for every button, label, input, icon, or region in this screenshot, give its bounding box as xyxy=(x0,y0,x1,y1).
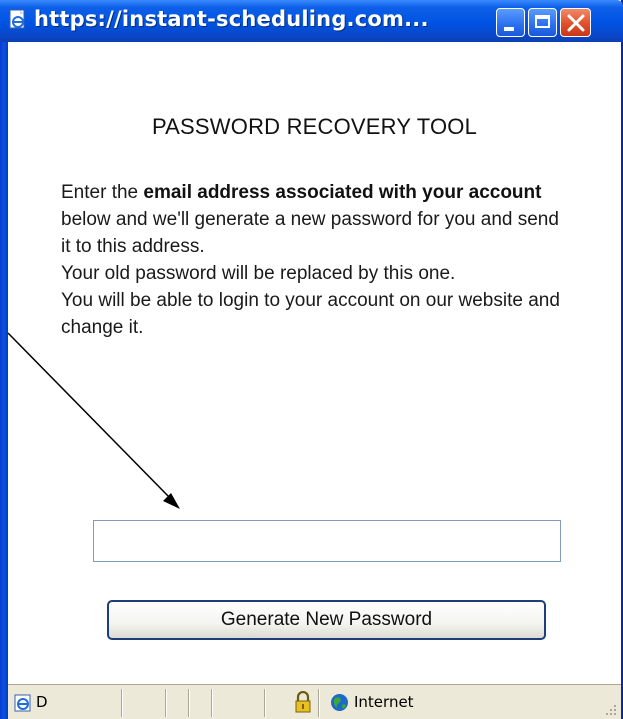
browser-popup-window: https://instant-scheduling.com... PASSWO… xyxy=(0,0,623,719)
instructions-part1: Enter the xyxy=(61,182,144,203)
minimize-button[interactable] xyxy=(496,8,525,37)
instructions-text: Enter the email address associated with … xyxy=(61,179,571,341)
window-title: https://instant-scheduling.com... xyxy=(34,7,429,31)
maximize-button[interactable] xyxy=(528,8,557,37)
status-divider xyxy=(211,689,213,717)
status-divider xyxy=(188,689,190,717)
ie-page-icon xyxy=(9,9,25,29)
resize-grip-icon[interactable] xyxy=(603,702,617,716)
page-title: PASSWORD RECOVERY TOOL xyxy=(151,114,478,139)
status-text: D xyxy=(36,693,48,711)
window-left-frame xyxy=(0,0,8,719)
close-icon xyxy=(567,14,585,32)
status-divider xyxy=(165,689,167,717)
title-bar[interactable]: https://instant-scheduling.com... xyxy=(0,0,623,42)
email-field[interactable] xyxy=(93,520,561,562)
generate-new-password-button[interactable]: Generate New Password xyxy=(107,600,546,640)
minimize-icon xyxy=(504,27,514,31)
lock-icon[interactable] xyxy=(294,691,312,713)
instructions-part2: below and we'll generate a new password … xyxy=(61,209,559,257)
status-divider xyxy=(318,689,320,717)
instructions-line2: Your old password will be replaced by th… xyxy=(61,263,456,284)
page-content: PASSWORD RECOVERY TOOL Enter the email a… xyxy=(8,42,621,682)
globe-icon xyxy=(331,694,348,711)
instructions-bold: email address associated with your accou… xyxy=(143,182,542,203)
ie-icon xyxy=(14,694,31,712)
maximize-icon xyxy=(535,15,550,28)
status-divider xyxy=(264,689,266,717)
instructions-line3: You will be able to login to your accoun… xyxy=(61,290,560,338)
security-zone-label: Internet xyxy=(354,693,414,711)
close-button[interactable] xyxy=(560,8,591,37)
status-bar: D Internet xyxy=(8,684,621,719)
status-divider xyxy=(121,689,123,717)
